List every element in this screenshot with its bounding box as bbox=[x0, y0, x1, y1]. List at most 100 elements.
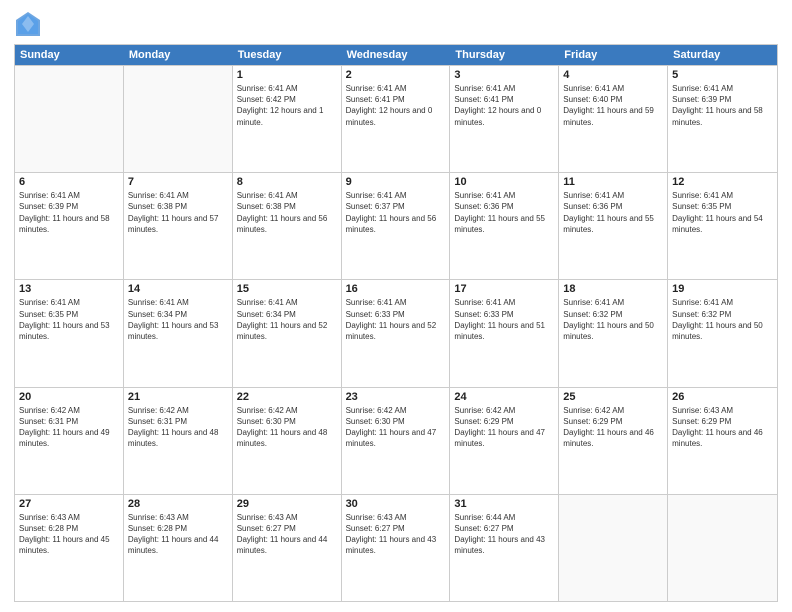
header-day-monday: Monday bbox=[124, 45, 233, 65]
day-info: Sunrise: 6:41 AMSunset: 6:34 PMDaylight:… bbox=[128, 297, 228, 342]
calendar-cell: 5 Sunrise: 6:41 AMSunset: 6:39 PMDaylight… bbox=[668, 66, 777, 172]
calendar-cell: 19 Sunrise: 6:41 AMSunset: 6:32 PMDayligh… bbox=[668, 280, 777, 386]
day-info: Sunrise: 6:41 AMSunset: 6:41 PMDaylight:… bbox=[346, 83, 446, 128]
calendar-cell: 12 Sunrise: 6:41 AMSunset: 6:35 PMDayligh… bbox=[668, 173, 777, 279]
header bbox=[14, 10, 778, 38]
calendar-cell: 15 Sunrise: 6:41 AMSunset: 6:34 PMDayligh… bbox=[233, 280, 342, 386]
day-number: 16 bbox=[346, 283, 446, 295]
calendar-row-5: 27 Sunrise: 6:43 AMSunset: 6:28 PMDayligh… bbox=[15, 494, 777, 601]
calendar-cell: 8Sunrise: 6:41 AMSunset: 6:38 PMDaylight… bbox=[233, 173, 342, 279]
day-number: 6 bbox=[19, 176, 119, 188]
day-info: Sunrise: 6:41 AMSunset: 6:32 PMDaylight:… bbox=[672, 297, 773, 342]
day-info: Sunrise: 6:43 AMSunset: 6:28 PMDaylight:… bbox=[19, 512, 119, 557]
day-number: 5 bbox=[672, 69, 773, 81]
day-number: 18 bbox=[563, 283, 663, 295]
calendar-cell: 29Sunrise: 6:43 AMSunset: 6:27 PMDayligh… bbox=[233, 495, 342, 601]
day-info: Sunrise: 6:41 AMSunset: 6:41 PMDaylight:… bbox=[454, 83, 554, 128]
day-number: 8 bbox=[237, 176, 337, 188]
calendar-header: SundayMondayTuesdayWednesdayThursdayFrid… bbox=[15, 45, 777, 65]
calendar-cell: 9 Sunrise: 6:41 AMSunset: 6:37 PMDaylight… bbox=[342, 173, 451, 279]
day-info: Sunrise: 6:41 AMSunset: 6:39 PMDaylight:… bbox=[672, 83, 773, 128]
day-number: 23 bbox=[346, 391, 446, 403]
calendar-body: 1 Sunrise: 6:41 AMSunset: 6:42 PMDaylight… bbox=[15, 65, 777, 601]
day-info: Sunrise: 6:41 AMSunset: 6:34 PMDaylight:… bbox=[237, 297, 337, 342]
day-number: 24 bbox=[454, 391, 554, 403]
day-info: Sunrise: 6:43 AMSunset: 6:29 PMDaylight:… bbox=[672, 405, 773, 450]
calendar-cell: 2 Sunrise: 6:41 AMSunset: 6:41 PMDaylight… bbox=[342, 66, 451, 172]
day-number: 22 bbox=[237, 391, 337, 403]
day-info: Sunrise: 6:42 AMSunset: 6:30 PMDaylight:… bbox=[346, 405, 446, 450]
day-number: 4 bbox=[563, 69, 663, 81]
calendar-row-2: 6Sunrise: 6:41 AMSunset: 6:39 PMDaylight… bbox=[15, 172, 777, 279]
day-number: 19 bbox=[672, 283, 773, 295]
day-number: 25 bbox=[563, 391, 663, 403]
calendar-cell: 1 Sunrise: 6:41 AMSunset: 6:42 PMDaylight… bbox=[233, 66, 342, 172]
calendar-cell: 20 Sunrise: 6:42 AMSunset: 6:31 PMDayligh… bbox=[15, 388, 124, 494]
header-day-thursday: Thursday bbox=[450, 45, 559, 65]
day-number: 17 bbox=[454, 283, 554, 295]
calendar-cell: 26 Sunrise: 6:43 AMSunset: 6:29 PMDayligh… bbox=[668, 388, 777, 494]
day-info: Sunrise: 6:44 AMSunset: 6:27 PMDaylight:… bbox=[454, 512, 554, 557]
day-info: Sunrise: 6:41 AMSunset: 6:35 PMDaylight:… bbox=[672, 190, 773, 235]
day-number: 2 bbox=[346, 69, 446, 81]
calendar-cell: 11 Sunrise: 6:41 AMSunset: 6:36 PMDayligh… bbox=[559, 173, 668, 279]
day-info: Sunrise: 6:41 AMSunset: 6:37 PMDaylight:… bbox=[346, 190, 446, 235]
calendar-cell: 7 Sunrise: 6:41 AMSunset: 6:38 PMDaylight… bbox=[124, 173, 233, 279]
day-info: Sunrise: 6:41 AMSunset: 6:40 PMDaylight:… bbox=[563, 83, 663, 128]
day-number: 15 bbox=[237, 283, 337, 295]
logo bbox=[14, 10, 46, 38]
day-info: Sunrise: 6:42 AMSunset: 6:30 PMDaylight:… bbox=[237, 405, 337, 450]
day-info: Sunrise: 6:42 AMSunset: 6:29 PMDaylight:… bbox=[563, 405, 663, 450]
calendar-cell: 14Sunrise: 6:41 AMSunset: 6:34 PMDayligh… bbox=[124, 280, 233, 386]
day-number: 26 bbox=[672, 391, 773, 403]
calendar-cell: 16Sunrise: 6:41 AMSunset: 6:33 PMDayligh… bbox=[342, 280, 451, 386]
day-info: Sunrise: 6:42 AMSunset: 6:29 PMDaylight:… bbox=[454, 405, 554, 450]
calendar-row-4: 20 Sunrise: 6:42 AMSunset: 6:31 PMDayligh… bbox=[15, 387, 777, 494]
calendar-cell: 27 Sunrise: 6:43 AMSunset: 6:28 PMDayligh… bbox=[15, 495, 124, 601]
calendar-cell: 17 Sunrise: 6:41 AMSunset: 6:33 PMDayligh… bbox=[450, 280, 559, 386]
calendar-cell: 22 Sunrise: 6:42 AMSunset: 6:30 PMDayligh… bbox=[233, 388, 342, 494]
header-day-friday: Friday bbox=[559, 45, 668, 65]
calendar-row-1: 1 Sunrise: 6:41 AMSunset: 6:42 PMDaylight… bbox=[15, 65, 777, 172]
day-number: 7 bbox=[128, 176, 228, 188]
calendar-cell: 21 Sunrise: 6:42 AMSunset: 6:31 PMDayligh… bbox=[124, 388, 233, 494]
calendar-cell: 30Sunrise: 6:43 AMSunset: 6:27 PMDayligh… bbox=[342, 495, 451, 601]
day-number: 3 bbox=[454, 69, 554, 81]
calendar-cell: 6Sunrise: 6:41 AMSunset: 6:39 PMDaylight… bbox=[15, 173, 124, 279]
calendar-cell: 3 Sunrise: 6:41 AMSunset: 6:41 PMDaylight… bbox=[450, 66, 559, 172]
day-info: Sunrise: 6:42 AMSunset: 6:31 PMDaylight:… bbox=[128, 405, 228, 450]
day-number: 11 bbox=[563, 176, 663, 188]
calendar-row-3: 13Sunrise: 6:41 AMSunset: 6:35 PMDayligh… bbox=[15, 279, 777, 386]
day-number: 31 bbox=[454, 498, 554, 510]
calendar-cell: 18Sunrise: 6:41 AMSunset: 6:32 PMDayligh… bbox=[559, 280, 668, 386]
header-day-tuesday: Tuesday bbox=[233, 45, 342, 65]
day-info: Sunrise: 6:41 AMSunset: 6:36 PMDaylight:… bbox=[563, 190, 663, 235]
day-number: 9 bbox=[346, 176, 446, 188]
header-day-saturday: Saturday bbox=[668, 45, 777, 65]
day-number: 30 bbox=[346, 498, 446, 510]
day-number: 21 bbox=[128, 391, 228, 403]
day-info: Sunrise: 6:41 AMSunset: 6:42 PMDaylight:… bbox=[237, 83, 337, 128]
calendar: SundayMondayTuesdayWednesdayThursdayFrid… bbox=[14, 44, 778, 602]
day-info: Sunrise: 6:43 AMSunset: 6:28 PMDaylight:… bbox=[128, 512, 228, 557]
day-number: 1 bbox=[237, 69, 337, 81]
calendar-cell: 31 Sunrise: 6:44 AMSunset: 6:27 PMDayligh… bbox=[450, 495, 559, 601]
day-info: Sunrise: 6:41 AMSunset: 6:35 PMDaylight:… bbox=[19, 297, 119, 342]
day-number: 28 bbox=[128, 498, 228, 510]
day-number: 20 bbox=[19, 391, 119, 403]
logo-icon bbox=[14, 10, 42, 38]
day-info: Sunrise: 6:42 AMSunset: 6:31 PMDaylight:… bbox=[19, 405, 119, 450]
day-number: 27 bbox=[19, 498, 119, 510]
calendar-cell: 25 Sunrise: 6:42 AMSunset: 6:29 PMDayligh… bbox=[559, 388, 668, 494]
calendar-cell: 13Sunrise: 6:41 AMSunset: 6:35 PMDayligh… bbox=[15, 280, 124, 386]
calendar-cell: 23 Sunrise: 6:42 AMSunset: 6:30 PMDayligh… bbox=[342, 388, 451, 494]
day-number: 12 bbox=[672, 176, 773, 188]
day-number: 10 bbox=[454, 176, 554, 188]
day-info: Sunrise: 6:41 AMSunset: 6:38 PMDaylight:… bbox=[128, 190, 228, 235]
calendar-cell: 4 Sunrise: 6:41 AMSunset: 6:40 PMDaylight… bbox=[559, 66, 668, 172]
calendar-cell: 28 Sunrise: 6:43 AMSunset: 6:28 PMDayligh… bbox=[124, 495, 233, 601]
calendar-cell: 24 Sunrise: 6:42 AMSunset: 6:29 PMDayligh… bbox=[450, 388, 559, 494]
day-info: Sunrise: 6:41 AMSunset: 6:33 PMDaylight:… bbox=[454, 297, 554, 342]
day-info: Sunrise: 6:41 AMSunset: 6:36 PMDaylight:… bbox=[454, 190, 554, 235]
header-day-wednesday: Wednesday bbox=[342, 45, 451, 65]
